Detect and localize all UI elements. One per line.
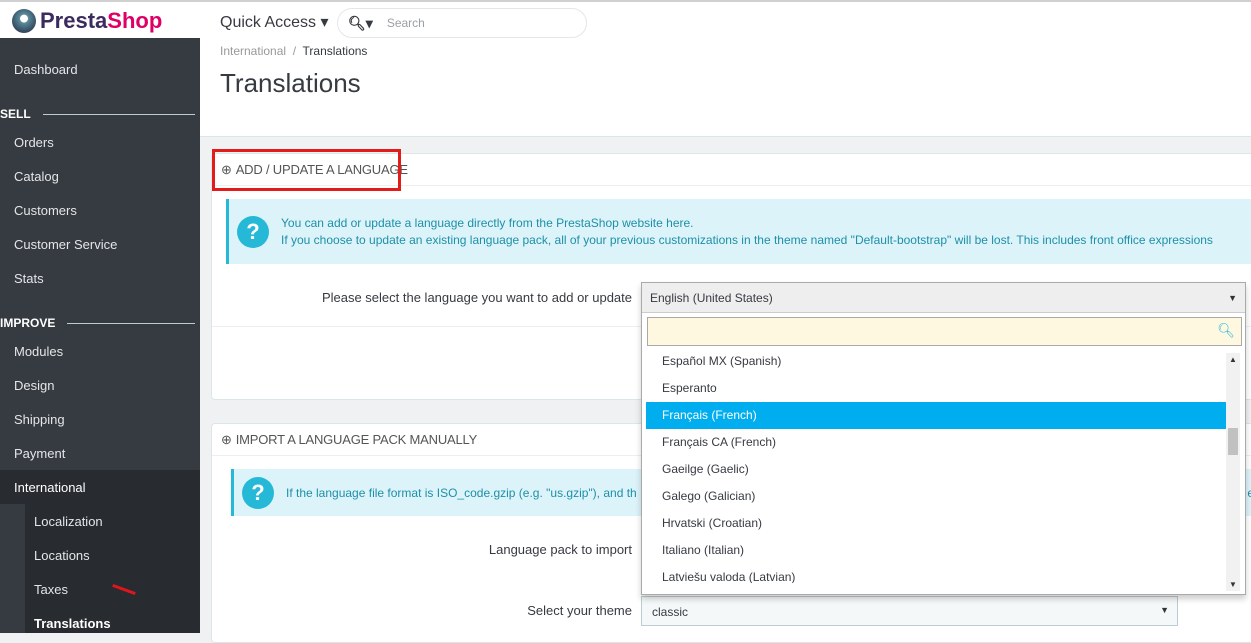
sidebar-subitem-translations[interactable]: Translations	[34, 616, 111, 631]
caret-down-icon: ▼	[1228, 293, 1237, 303]
search-icon[interactable]: 🔍︎▾	[348, 15, 373, 32]
section-title: IMPROVE	[0, 316, 56, 330]
language-select-label: Please select the language you want to a…	[321, 290, 632, 305]
prestashop-logo[interactable]: Presta Shop	[12, 8, 162, 34]
language-search-input[interactable]: 🔍︎	[647, 317, 1242, 346]
language-pack-label: Language pack to import	[488, 542, 632, 557]
language-option[interactable]: Español MX (Spanish)	[646, 348, 1226, 375]
info-text: If you choose to update an existing lang…	[281, 232, 1213, 247]
language-dropdown[interactable]: English (United States) ▼ 🔍︎ Español MX …	[641, 282, 1246, 595]
download-icon: ⊕	[221, 431, 232, 447]
language-option[interactable]: Français CA (French)	[646, 429, 1226, 456]
language-option[interactable]: Esperanto	[646, 375, 1226, 402]
question-icon: ?	[242, 476, 274, 509]
breadcrumb-link-international[interactable]: International	[220, 44, 286, 58]
sidebar-item-stats[interactable]: Stats	[14, 271, 44, 286]
sidebar-item-orders[interactable]: Orders	[14, 135, 54, 150]
sidebar-item-catalog[interactable]: Catalog	[14, 169, 59, 184]
search-icon: 🔍︎	[1217, 322, 1235, 338]
sidebar-section-sell: SELL	[0, 107, 195, 121]
page-title: Translations	[220, 68, 361, 98]
info-alert: ? You can add or update a language direc…	[226, 199, 1251, 264]
panel-title: IMPORT A LANGUAGE PACK MANUALLY	[235, 432, 478, 447]
logo-text-shop: Shop	[107, 8, 163, 33]
theme-select[interactable]: classic ▼	[641, 596, 1178, 626]
search-input[interactable]: Search	[387, 16, 425, 30]
sidebar-section-improve: IMPROVE	[0, 316, 195, 330]
language-option[interactable]: Hrvatski (Croatian)	[646, 510, 1226, 537]
sidebar-item-customers[interactable]: Customers	[14, 203, 77, 218]
sidebar-item-design[interactable]: Design	[14, 378, 54, 393]
info-text-tail: e	[1247, 485, 1251, 500]
sidebar-item-payment[interactable]: Payment	[14, 446, 65, 461]
logo-text: Presta	[40, 8, 108, 33]
sidebar-item-dashboard[interactable]: Dashboard	[14, 62, 78, 77]
sidebar-subitem-localization[interactable]: Localization	[34, 514, 103, 529]
info-text: If the language file format is ISO_code.…	[286, 485, 637, 500]
sidebar-item-modules[interactable]: Modules	[14, 344, 63, 359]
scrollbar[interactable]: ▲ ▼	[1226, 353, 1240, 591]
language-options-list: Español MX (Spanish) Esperanto Français (F…	[646, 348, 1226, 583]
theme-label: Select your theme	[527, 603, 632, 618]
breadcrumb-current: Translations	[302, 44, 368, 58]
section-title: SELL	[0, 107, 31, 121]
sidebar-subitem-locations[interactable]: Locations	[34, 548, 90, 563]
language-option[interactable]: Latviešu valoda (Latvian)	[646, 564, 1226, 583]
language-select[interactable]: English (United States) ▼	[642, 283, 1245, 313]
selected-language: English (United States)	[650, 291, 773, 305]
annotation-highlight-box	[212, 149, 401, 191]
scroll-down-icon[interactable]: ▼	[1229, 580, 1237, 589]
puffin-logo-icon	[12, 9, 36, 33]
breadcrumb: International / Translations	[220, 44, 367, 58]
page-header: International / Translations Translation…	[200, 38, 1251, 137]
caret-down-icon: ▼	[1160, 605, 1169, 615]
sidebar-item-international[interactable]: International	[14, 480, 86, 495]
scrollbar-thumb[interactable]	[1228, 428, 1238, 455]
language-option[interactable]: Gaeilge (Gaelic)	[646, 456, 1226, 483]
language-option[interactable]: Italiano (Italian)	[646, 537, 1226, 564]
theme-value: classic	[652, 605, 689, 619]
sidebar-item-customer-service[interactable]: Customer Service	[14, 237, 117, 252]
sidebar-subitem-taxes[interactable]: Taxes	[34, 582, 68, 597]
top-bar: Presta Shop Quick Access ▾ 🔍︎▾ Search	[0, 0, 1251, 38]
info-text: You can add or update a language directl…	[281, 215, 694, 230]
breadcrumb-separator: /	[292, 44, 297, 58]
language-option[interactable]: Français (French)	[646, 402, 1226, 429]
search-bar[interactable]: 🔍︎▾ Search	[337, 8, 587, 38]
sidebar: Dashboard SELL Orders Catalog Customers …	[0, 38, 200, 633]
sidebar-item-shipping[interactable]: Shipping	[14, 412, 65, 427]
question-icon: ?	[237, 215, 269, 248]
language-option[interactable]: Galego (Galician)	[646, 483, 1226, 510]
quick-access-menu[interactable]: Quick Access ▾	[220, 12, 329, 32]
scroll-up-icon[interactable]: ▲	[1229, 355, 1237, 364]
